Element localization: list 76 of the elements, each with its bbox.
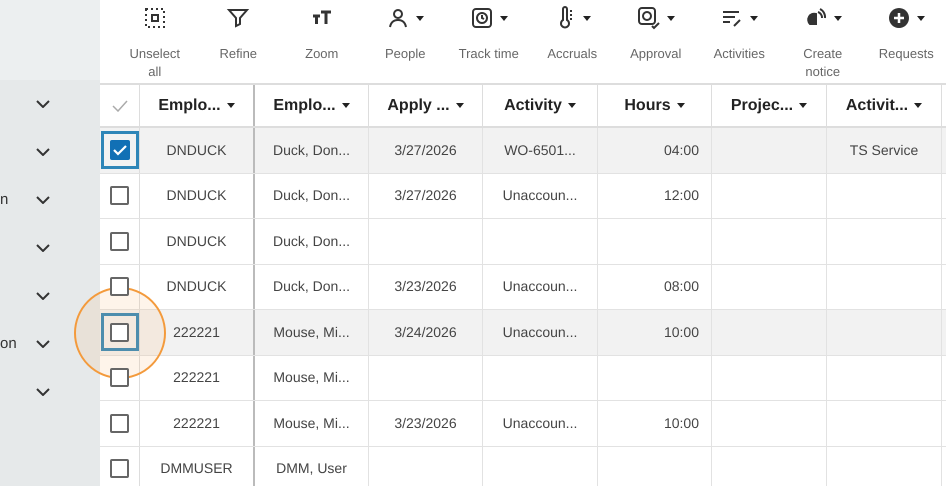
sidebar-item-label: n <box>0 190 8 210</box>
toolbar-button[interactable]: Requests <box>864 0 946 63</box>
toolbar-button[interactable]: Unselect all <box>113 0 196 81</box>
table-cell-text: Mouse, Mi... <box>273 414 350 433</box>
filter-icon <box>226 6 250 30</box>
table-cell-text: 10:00 <box>664 414 699 433</box>
table-row[interactable]: DMMUSER DMM, User <box>100 446 946 486</box>
column-header[interactable]: Apply ... <box>369 85 483 126</box>
table-row[interactable]: DNDUCK Duck, Don... 3/27/2026 Unaccoun... 12:00 <box>100 174 946 219</box>
table-cell-text: 222221 <box>173 368 220 388</box>
table-cell-text: Unaccoun... <box>502 186 578 206</box>
caret-icon <box>342 103 350 108</box>
table-row[interactable]: DNDUCK Duck, Don... <box>100 219 946 264</box>
table-cell-text: DMM, User <box>276 459 347 478</box>
toolbar-button[interactable]: Approval <box>614 0 698 63</box>
table-cell-text: 222221 <box>173 322 220 342</box>
table-row[interactable]: 222221 Mouse, Mi... 3/24/2026 Unaccoun... 10:00 <box>100 310 946 356</box>
column-header[interactable]: Projec... <box>712 85 827 126</box>
table-cell-text: DNDUCK <box>166 140 226 160</box>
caret-icon <box>914 103 922 108</box>
table-cell-text: Duck, Don... <box>272 232 350 251</box>
toolbar-button[interactable]: Refine <box>196 0 280 63</box>
table-cell-text: Unaccoun... <box>502 277 578 296</box>
table-cell-text: Mouse, Mi... <box>273 322 350 342</box>
sidebar-item-label: on <box>0 334 17 354</box>
clock-check-icon <box>636 6 661 30</box>
toolbar-button[interactable]: People <box>364 0 447 63</box>
toolbar-button[interactable]: Track time <box>447 0 530 63</box>
table-cell-text: TS Service <box>850 140 918 160</box>
clock-icon <box>470 6 494 30</box>
table-cell-text: DNDUCK <box>166 186 226 206</box>
toolbar-button[interactable]: Accruals <box>530 0 614 63</box>
table-cell-text: 222221 <box>173 414 220 433</box>
checkbox[interactable] <box>100 131 138 170</box>
table-cell-text: Duck, Don... <box>272 186 350 206</box>
table-cell-text: DNDUCK <box>166 277 226 296</box>
toolbar-button[interactable]: Activities <box>698 0 781 63</box>
caret-icon <box>226 103 235 108</box>
table-cell-text: Unaccoun... <box>502 414 578 433</box>
column-header[interactable]: Hours <box>598 85 712 126</box>
table-cell-text: 3/23/2026 <box>394 277 457 296</box>
table-cell-text: Duck, Don... <box>272 140 350 160</box>
table-cell-text: 3/23/2026 <box>394 414 457 433</box>
column-header[interactable]: Activity <box>483 85 598 126</box>
caret-icon <box>799 103 808 108</box>
table-row[interactable]: DNDUCK Duck, Don... 3/27/2026 WO-6501... 04:00 TS Service <box>100 128 946 174</box>
table-row[interactable]: 222221 Mouse, Mi... <box>100 356 946 401</box>
table-cell-text: 12:00 <box>664 186 699 206</box>
select-all-checkmark-icon[interactable] <box>112 100 128 112</box>
table-cell-text: 3/24/2026 <box>394 322 457 342</box>
table-cell-text: Unaccoun... <box>502 322 578 342</box>
table-cell-text: 04:00 <box>664 140 699 160</box>
table-cell-text: 3/27/2026 <box>394 140 457 160</box>
table-cell-text: 08:00 <box>664 277 699 296</box>
table-row[interactable]: 222221 Mouse, Mi... 3/23/2026 Unaccoun... 10:00 <box>100 401 946 446</box>
toolbar-button[interactable]: Zoom <box>280 0 364 63</box>
table-cell-text: WO-6501... <box>504 140 576 160</box>
sidebar-item[interactable]: n <box>0 176 100 224</box>
toolbar-button[interactable]: Create notice <box>781 0 864 81</box>
caret-icon <box>568 103 576 108</box>
table-cell-text: Mouse, Mi... <box>273 368 350 388</box>
column-header[interactable]: Emplo... <box>140 85 255 126</box>
table-row[interactable]: DNDUCK Duck, Don... 3/23/2026 Unaccoun... 08:00 <box>100 264 946 310</box>
sidebar-item[interactable]: on <box>0 320 100 368</box>
caret-icon <box>676 103 685 108</box>
column-header[interactable]: Activit... <box>827 85 942 126</box>
checkbox[interactable] <box>100 313 138 352</box>
table-cell-text: 3/27/2026 <box>394 186 457 206</box>
dotted-square-icon <box>142 6 167 30</box>
table-cell-text: 10:00 <box>664 322 699 342</box>
caret-icon <box>456 103 464 108</box>
table-cell-text: DNDUCK <box>166 232 226 251</box>
plus-circle-icon <box>887 6 912 30</box>
table-cell-text: Duck, Don... <box>272 277 350 296</box>
table-cell-text: DMMUSER <box>160 459 233 478</box>
column-header[interactable]: Emplo... <box>255 85 369 126</box>
